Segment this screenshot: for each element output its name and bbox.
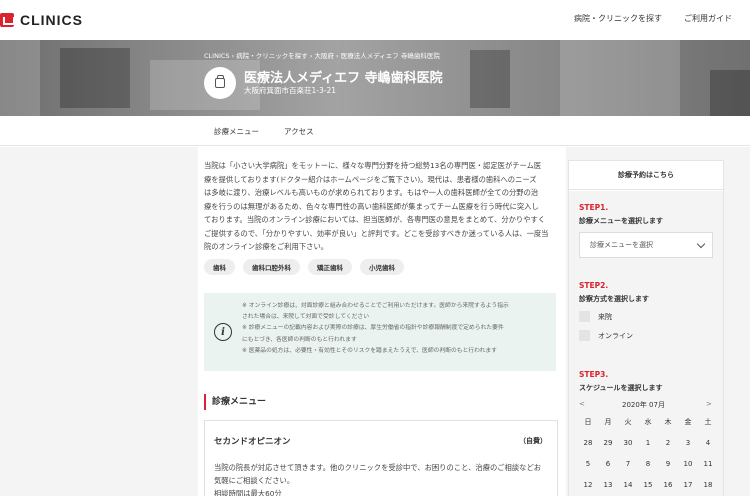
calendar-day[interactable]: 14 xyxy=(618,481,638,489)
nav-user-guide[interactable]: ご利用ガイド xyxy=(684,13,732,24)
hero-bg-shape xyxy=(560,40,680,116)
site-header: CLINICS 病院・クリニックを探す ご利用ガイド xyxy=(0,0,750,40)
step2-block: STEP2. 診察方式を選択します 来院 オンライン xyxy=(569,275,723,361)
calendar-day[interactable]: 16 xyxy=(658,481,678,489)
calendar-day[interactable]: 9 xyxy=(658,460,678,468)
menu-card-description: 当院の院長が対応させて頂きます。他のクリニックを受診中で、お困りのこと、治療のご… xyxy=(214,461,550,496)
logo-mark-icon xyxy=(0,13,15,27)
calendar-grid: 日 月 火 水 木 金 土 28 29 30 1 2 3 4 5 6 7 8 9… xyxy=(578,418,718,489)
calendar-day[interactable]: 18 xyxy=(698,481,718,489)
tab-access[interactable]: アクセス xyxy=(284,126,314,137)
notice-text: ※ オンライン診療は、対面診療と組み合わせることでご利用いただけます。医師から来… xyxy=(242,301,550,357)
specialty-tags: 歯科 歯科口腔外科 矯正歯科 小児歯科 xyxy=(204,259,404,275)
menu-select-value: 診療メニューを選択 xyxy=(590,241,653,249)
option-label: 来院 xyxy=(598,312,612,321)
hero-bg-shape xyxy=(710,70,750,116)
tag-pediatric[interactable]: 小児歯科 xyxy=(360,259,404,275)
weekday: 月 xyxy=(604,418,612,426)
weekday: 土 xyxy=(704,418,712,426)
weekday: 金 xyxy=(684,418,692,426)
step3-label: STEP3. xyxy=(579,370,609,379)
calendar-day[interactable]: 6 xyxy=(598,460,618,468)
checkbox[interactable] xyxy=(579,330,590,341)
clinic-intro: 当院は「小さい大学病院」をモットーに、様々な専門分野を持つ総勢13名の専門医・認… xyxy=(204,159,556,254)
intro-line: 当院は「小さい大学病院」をモットーに、様々な専門分野を持つ総勢13名の専門医・認… xyxy=(204,161,542,170)
menu-card[interactable]: セカンドオピニオン （自費） 当院の院長が対応させて頂きます。他のクリニックを受… xyxy=(204,420,558,496)
calendar-day[interactable]: 2 xyxy=(658,439,678,447)
clinic-avatar xyxy=(204,67,236,99)
calendar-day[interactable]: 7 xyxy=(618,460,638,468)
option-online[interactable]: オンライン xyxy=(579,330,633,341)
calendar-month: 2020年 07月 xyxy=(622,401,665,409)
calendar-day[interactable]: 3 xyxy=(678,439,698,447)
calendar-day[interactable]: 30 xyxy=(618,439,638,447)
menu-select[interactable]: 診療メニューを選択 xyxy=(579,232,713,258)
clinics-logo[interactable]: CLINICS xyxy=(0,10,83,30)
calendar-prev-button[interactable]: < xyxy=(579,400,585,408)
breadcrumb[interactable]: CLINICS › 病院・クリニックを探す › 大阪府 › 医療法人メディエフ … xyxy=(204,50,440,60)
hospital-icon xyxy=(215,75,225,88)
calendar-day[interactable]: 28 xyxy=(578,439,598,447)
header-nav: 病院・クリニックを探す ご利用ガイド xyxy=(574,13,732,24)
intro-line: 療を提供しております(ドクター紹介はホームページをご覧下さい)。現代は、患者様の… xyxy=(204,174,537,184)
notice-line: にもとづき、各医師の判断のもと行われます xyxy=(242,336,357,343)
notice-line: された場合は、来院して対面で受診してください xyxy=(242,314,370,321)
menu-desc-line: 気軽にご相談ください。 xyxy=(214,476,295,485)
clinic-title: 医療法人メディエフ 寺嶋歯科医院 xyxy=(244,71,443,86)
clinic-address: 大阪府箕面市百楽荘1-3-21 xyxy=(244,86,336,95)
notice-line: ※ 医薬品の処方は、必要性・有効性とそのリスクを踏まえたうえで、医師の判断のもと… xyxy=(242,347,497,354)
calendar-day[interactable]: 11 xyxy=(698,460,718,468)
step2-label: STEP2. xyxy=(579,281,609,290)
step1-block: STEP1. 診療メニューを選択します 診療メニューを選択 xyxy=(569,191,723,275)
calendar-next-button[interactable]: > xyxy=(706,400,712,408)
menu-card-title: セカンドオピニオン xyxy=(214,437,291,447)
calendar-day[interactable]: 4 xyxy=(698,439,718,447)
menu-heading: 診療メニュー xyxy=(204,394,266,410)
step2-title: 診察方式を選択します xyxy=(579,295,649,303)
calendar-day[interactable]: 10 xyxy=(678,460,698,468)
calendar-day[interactable]: 1 xyxy=(638,439,658,447)
checkbox[interactable] xyxy=(579,311,590,322)
notice-line: ※ 診療メニューの記載内容および実際の診療は、厚生労働省の指針や診療報酬制度で定… xyxy=(242,325,504,332)
chevron-down-icon xyxy=(696,239,706,249)
calendar-day[interactable]: 15 xyxy=(638,481,658,489)
intro-line: 療を行うのは無理があるため、色々な専門性の高い歯科医師が集まってチーム医療を行う… xyxy=(204,201,539,211)
tag-oral-surgery[interactable]: 歯科口腔外科 xyxy=(243,259,300,275)
weekday: 日 xyxy=(584,418,592,426)
calendar-day[interactable]: 12 xyxy=(578,481,598,489)
hero-bg-shape xyxy=(0,40,40,116)
notice-box: i ※ オンライン診療は、対面診療と組み合わせることでご利用いただけます。医師か… xyxy=(204,293,556,371)
tab-menu[interactable]: 診療メニュー xyxy=(214,126,259,137)
logo-text: CLINICS xyxy=(20,12,83,28)
menu-desc-line: 相談時間は最大60分 xyxy=(214,489,282,496)
calendar-day[interactable]: 5 xyxy=(578,460,598,468)
reservation-header: 診療予約はこちら xyxy=(569,161,723,190)
step1-title: 診療メニューを選択します xyxy=(579,217,663,225)
weekday: 火 xyxy=(624,418,632,426)
weekday: 木 xyxy=(664,418,672,426)
calendar-day[interactable]: 8 xyxy=(638,460,658,468)
intro-line: 院のオンライン診療をご利用下さい。 xyxy=(204,242,329,251)
calendar-day[interactable]: 17 xyxy=(678,481,698,489)
tag-orthodontics[interactable]: 矯正歯科 xyxy=(308,259,352,275)
intro-line: ご提供するので、「分かりやすい、効率が良い」と評判です。どこを受診すべきか迷って… xyxy=(204,228,549,238)
option-in-person[interactable]: 来院 xyxy=(579,311,612,322)
intro-line: は多岐に渡り、治療レベルも高いものが求められております。もはや一人の歯科医師が全… xyxy=(204,188,539,197)
calendar-day[interactable]: 29 xyxy=(598,439,618,447)
step1-label: STEP1. xyxy=(579,203,609,212)
info-icon: i xyxy=(214,323,232,341)
menu-desc-line: 当院の院長が対応させて頂きます。他のクリニックを受診中で、お困りのこと、治療のご… xyxy=(214,463,542,472)
hero-bg-shape xyxy=(60,48,130,108)
calendar-day[interactable]: 13 xyxy=(598,481,618,489)
menu-card-price: （自費） xyxy=(519,437,547,445)
notice-line: ※ オンライン診療は、対面診療と組み合わせることでご利用いただけます。医師から来… xyxy=(242,303,509,309)
intro-line: ております。当院のオンライン診療においては、担当医師が、各専門医の意見をまとめて… xyxy=(204,215,546,224)
nav-find-clinic[interactable]: 病院・クリニックを探す xyxy=(574,13,662,24)
hero-bg-shape xyxy=(470,50,510,108)
step3-title: スケジュールを選択します xyxy=(579,384,663,392)
tag-dentistry[interactable]: 歯科 xyxy=(204,259,235,275)
weekday: 水 xyxy=(644,418,652,426)
page-tabs: 診療メニュー アクセス xyxy=(0,116,750,146)
option-label: オンライン xyxy=(598,331,633,340)
